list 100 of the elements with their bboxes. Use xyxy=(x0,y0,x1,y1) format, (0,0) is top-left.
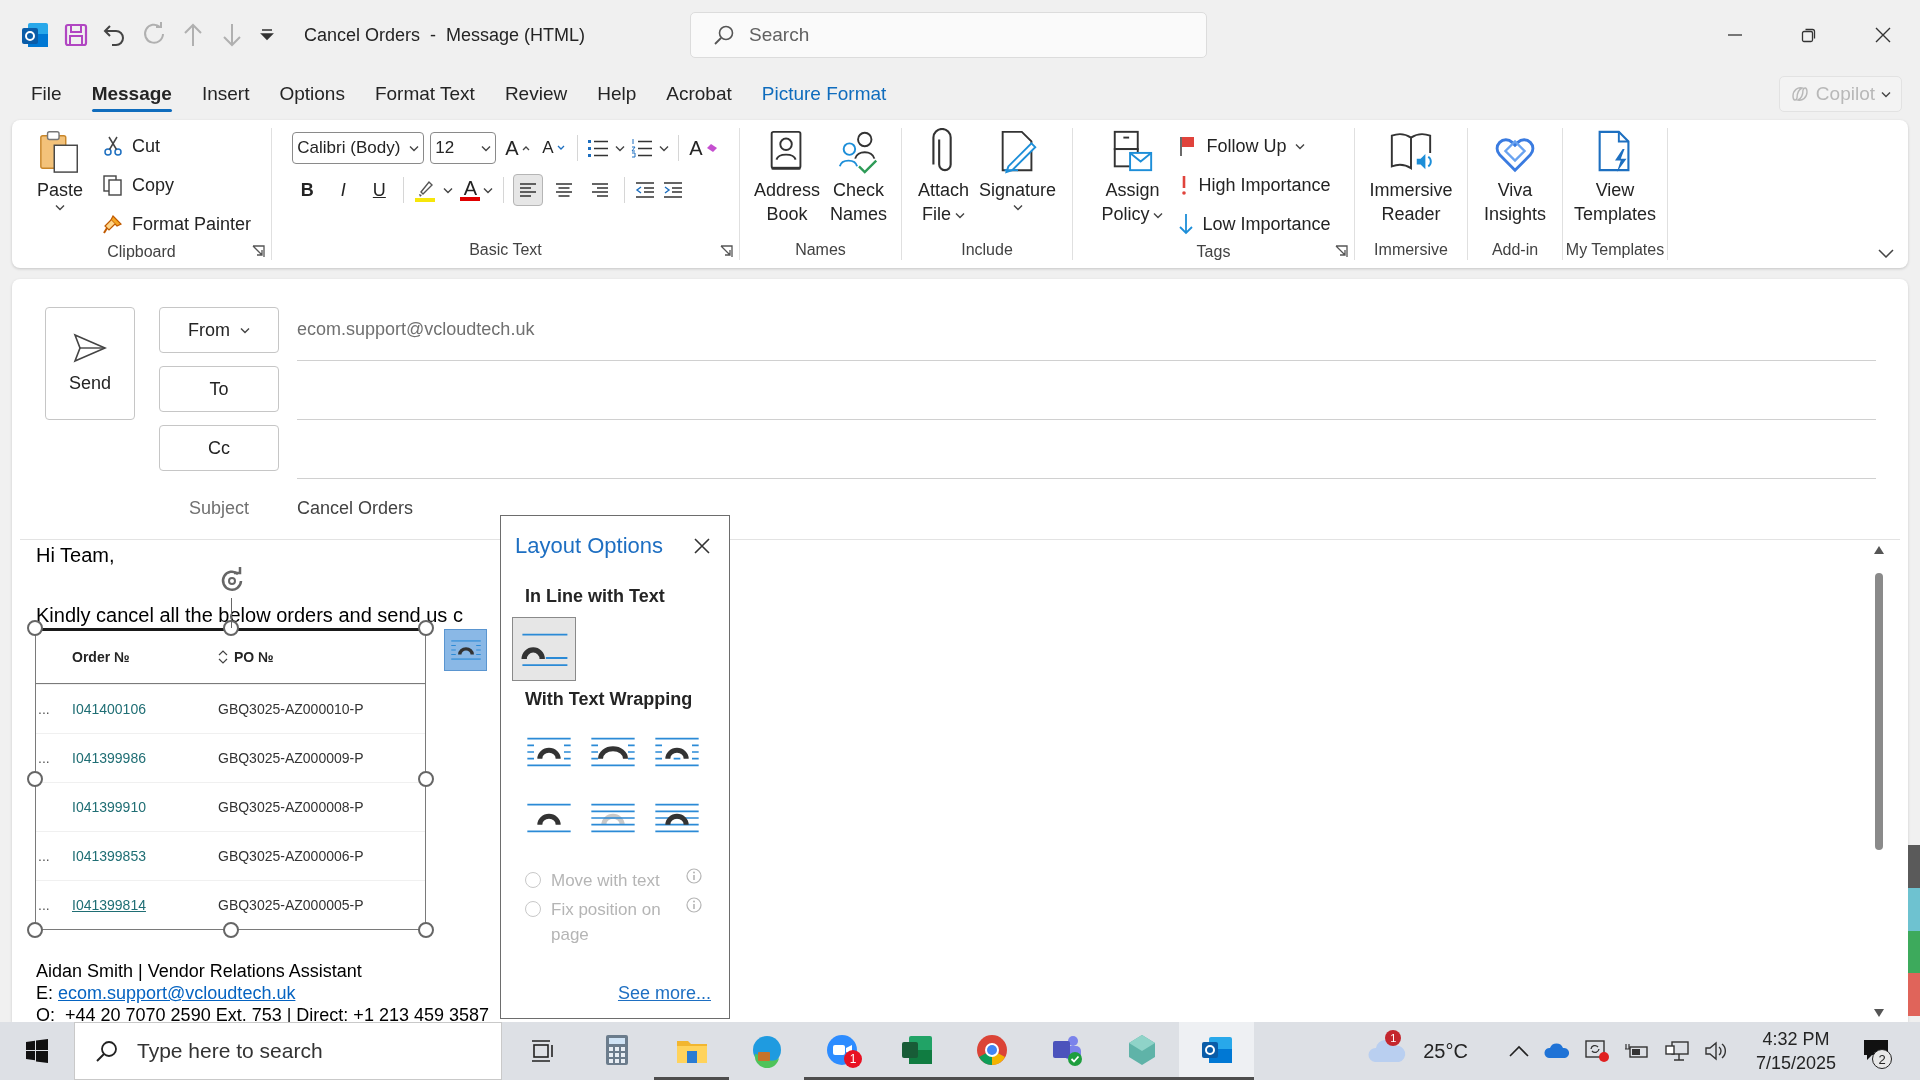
search-field[interactable]: Search xyxy=(690,12,1207,58)
highlighter-icon[interactable] xyxy=(413,178,438,202)
cc-button[interactable]: Cc xyxy=(159,425,279,471)
group-label: Include xyxy=(961,240,1013,260)
notification-badge: 1 xyxy=(844,1050,862,1068)
see-more-link[interactable]: See more... xyxy=(617,983,711,1004)
resize-handle[interactable] xyxy=(27,922,43,938)
check-names-button[interactable]: Check Names xyxy=(825,128,893,226)
ribbon-tab[interactable]: Review xyxy=(490,75,582,113)
alignment-button[interactable] xyxy=(513,174,544,206)
taskbar-search-field[interactable]: Type here to search xyxy=(74,1022,502,1080)
assign-policy-button[interactable]: Assign Policy xyxy=(1096,128,1169,226)
dialog-launcher-icon[interactable] xyxy=(720,245,733,258)
shrink-font-button[interactable]: A xyxy=(538,132,569,164)
order-link[interactable]: I041399910 xyxy=(70,799,216,815)
bold-button[interactable]: B xyxy=(292,174,323,206)
row-marker: ... xyxy=(37,750,51,766)
email-link[interactable]: ecom.support@vcloudtech.uk xyxy=(58,983,296,1003)
save-icon[interactable] xyxy=(63,22,89,48)
order-link[interactable]: I041400106 xyxy=(70,701,216,717)
network-icon[interactable] xyxy=(1663,1040,1690,1062)
windows-logo-icon[interactable] xyxy=(25,1039,49,1063)
scroll-up-icon[interactable] xyxy=(1873,545,1885,555)
order-link[interactable]: I041399853 xyxy=(70,848,216,864)
font-color-button[interactable]: A xyxy=(459,174,495,206)
resize-handle[interactable] xyxy=(418,922,434,938)
signature-button[interactable]: Signature xyxy=(974,128,1062,211)
caret-icon xyxy=(1881,90,1891,98)
scroll-down-icon[interactable] xyxy=(1873,1008,1885,1018)
ribbon-tab[interactable]: Picture Format xyxy=(747,75,901,113)
close-icon[interactable] xyxy=(693,537,711,555)
scrollbar-thumb[interactable] xyxy=(1875,573,1883,850)
ribbon-tab[interactable]: Message xyxy=(77,75,186,113)
to-button[interactable]: To xyxy=(159,366,279,412)
decrease-indent-icon[interactable] xyxy=(634,180,657,200)
dialog-launcher-icon[interactable] xyxy=(252,245,265,258)
row-marker: ... xyxy=(37,701,51,717)
task-view-icon[interactable] xyxy=(529,1040,554,1062)
clock-time[interactable]: 4:32 PM xyxy=(1762,1027,1830,1051)
cut-button[interactable]: Cut xyxy=(102,128,252,164)
ribbon-tab[interactable]: Format Text xyxy=(360,75,489,113)
table-cell-text: GBQ3025-AZ000008-P xyxy=(217,799,365,815)
taskbar-button[interactable] xyxy=(1179,1022,1254,1080)
address-book-button[interactable]: Address Book xyxy=(748,128,825,226)
clock-date[interactable]: 7/15/2025 xyxy=(1755,1051,1836,1075)
inline-option[interactable] xyxy=(512,617,576,681)
resize-handle[interactable] xyxy=(418,771,434,787)
copy-button[interactable]: Copy xyxy=(102,167,252,203)
paste-button[interactable]: Paste xyxy=(32,128,89,211)
resize-handle[interactable] xyxy=(27,771,43,787)
window-title: Cancel Orders - Message (HTML) xyxy=(304,24,587,46)
viva-insights-button[interactable]: Viva Insights xyxy=(1478,128,1551,226)
caret-icon xyxy=(409,144,420,152)
follow-up-button[interactable]: Follow Up xyxy=(1178,128,1331,164)
caret-up-icon xyxy=(521,145,530,151)
ribbon-tab[interactable]: File xyxy=(17,75,76,113)
layout-options-button[interactable] xyxy=(444,629,487,671)
font-size-dropdown[interactable]: 12 xyxy=(430,132,497,164)
signature-text: E: ecom.support@vcloudtech.uk xyxy=(36,982,296,1004)
column-header: PO № xyxy=(234,649,274,665)
ribbon-tab[interactable]: Acrobat xyxy=(652,75,746,113)
subject-field[interactable]: Cancel Orders xyxy=(297,497,414,519)
table-cell-text: GBQ3025-AZ000005-P xyxy=(217,897,365,913)
order-link[interactable]: I041399814 xyxy=(70,897,216,913)
sync-icon[interactable] xyxy=(1583,1039,1610,1063)
low-importance-button[interactable]: Low Importance xyxy=(1178,206,1331,242)
resize-handle[interactable] xyxy=(418,620,434,636)
expand-ribbon-icon[interactable] xyxy=(1878,248,1894,258)
resize-handle[interactable] xyxy=(222,922,239,938)
high-importance-button[interactable]: High Importance xyxy=(1178,167,1331,203)
order-link[interactable]: I041399986 xyxy=(70,750,216,766)
battery-icon[interactable] xyxy=(1623,1042,1650,1060)
attach-file-button[interactable]: Attach File xyxy=(912,128,974,226)
cloud-icon[interactable] xyxy=(1543,1042,1570,1060)
ribbon-tab[interactable]: Help xyxy=(583,75,651,113)
sort-icon[interactable] xyxy=(218,650,228,664)
view-templates-button[interactable]: View Templates xyxy=(1568,128,1661,226)
font-dropdown[interactable]: Calibri (Body) xyxy=(292,132,425,164)
format-painter-button[interactable]: Format Painter xyxy=(102,206,252,242)
chevron-up-icon[interactable] xyxy=(1507,1044,1530,1058)
grow-font-button[interactable]: A xyxy=(502,132,533,164)
temperature-text[interactable]: 25°C xyxy=(1423,1039,1468,1063)
numbering-icon[interactable] xyxy=(631,138,654,158)
bullets-icon[interactable] xyxy=(587,138,610,158)
increase-indent-icon[interactable] xyxy=(662,180,685,200)
ribbon-tab[interactable]: Options xyxy=(265,75,359,113)
ribbon-tab[interactable]: Insert xyxy=(187,75,264,113)
taskbar-button[interactable]: 1 xyxy=(804,1022,879,1080)
close-icon[interactable] xyxy=(1875,27,1891,43)
immersive-reader-button[interactable]: Immersive Reader xyxy=(1364,128,1458,226)
send-button[interactable]: Send xyxy=(45,307,135,420)
mail-app-icon xyxy=(20,20,50,50)
clear-formatting-button[interactable]: A xyxy=(688,132,719,164)
info-icon xyxy=(686,868,702,884)
restore-icon[interactable] xyxy=(1801,27,1817,43)
from-button[interactable]: From xyxy=(159,307,279,353)
from-field[interactable]: ecom.support@vcloudtech.uk xyxy=(297,307,1876,361)
italic-button[interactable]: I xyxy=(328,174,359,206)
dialog-launcher-icon[interactable] xyxy=(1335,245,1348,258)
underline-button[interactable]: U xyxy=(364,174,395,206)
